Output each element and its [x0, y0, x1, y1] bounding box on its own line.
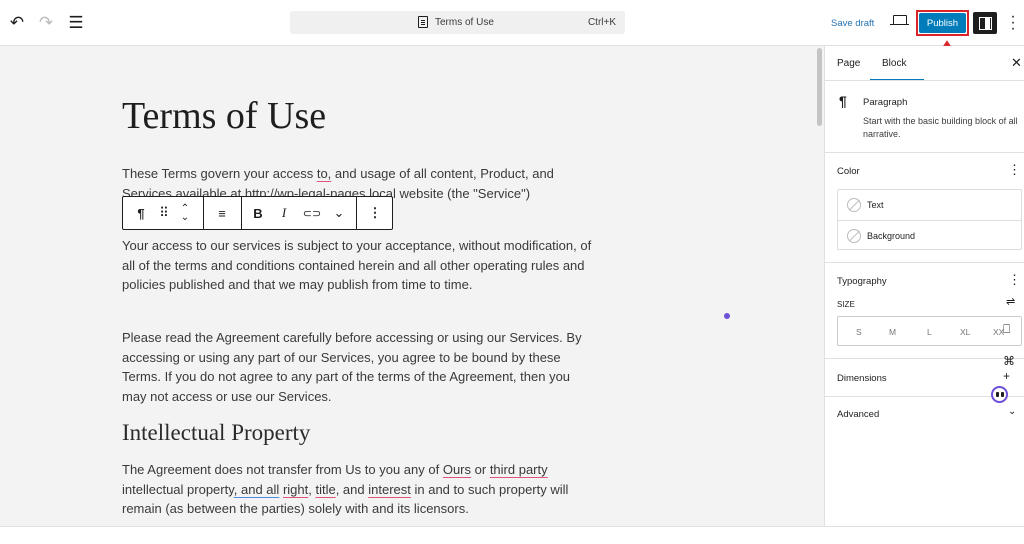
color-panel: Text Background: [837, 189, 1022, 250]
settings-panel-icon[interactable]: [973, 12, 997, 34]
shortcut-hint: Ctrl+K: [587, 17, 616, 28]
swatch-icon: [847, 198, 861, 212]
command-palette-button[interactable]: Terms of Use Ctrl+K: [290, 11, 625, 34]
typography-options-icon[interactable]: ⋮: [1008, 272, 1021, 288]
paragraph-block-icon: ¶: [839, 93, 847, 109]
undo-icon[interactable]: ↶: [4, 10, 30, 36]
list-view-icon[interactable]: ☰: [63, 10, 89, 36]
paragraph-4[interactable]: The Agreement does not transfer from Us …: [122, 460, 592, 519]
swatch-icon: [847, 229, 861, 243]
drag-handle-icon[interactable]: ⠿: [153, 197, 175, 229]
bold-button[interactable]: B: [247, 197, 269, 229]
size-label: SIZE: [837, 300, 855, 309]
size-xl[interactable]: XL: [960, 327, 970, 337]
color-section-label: Color: [837, 166, 860, 177]
block-toolbar: ¶ ⠿ ⌃ ⌄ ≡ B I ⊂⊃ ⌄ ⋮: [122, 196, 393, 230]
close-icon[interactable]: ✕: [1011, 55, 1022, 71]
chevron-down-icon[interactable]: ⌄: [1008, 406, 1016, 417]
publish-button[interactable]: Publish: [916, 10, 969, 36]
preview-icon[interactable]: [890, 15, 909, 25]
paragraph-3[interactable]: Please read the Agreement carefully befo…: [122, 328, 592, 406]
chevron-down-icon[interactable]: ⌄: [328, 197, 350, 229]
save-draft-button[interactable]: Save draft: [831, 18, 874, 29]
color-background-label: Background: [867, 231, 916, 241]
editor-header: ↶ ↷ ☰ Terms of Use Ctrl+K Save draft Pub…: [0, 0, 1024, 46]
block-options-icon[interactable]: ⋮: [361, 197, 389, 229]
move-up-down-icon[interactable]: ⌃ ⌄: [175, 197, 195, 229]
color-options-icon[interactable]: ⋮: [1008, 162, 1021, 178]
canvas-scrollbar[interactable]: [817, 48, 822, 126]
color-text-label: Text: [867, 200, 884, 210]
tab-page[interactable]: Page: [837, 58, 860, 69]
color-background-option[interactable]: Background: [838, 221, 1021, 251]
insertion-point-dot[interactable]: [724, 313, 730, 319]
book-icon[interactable]: ⎕: [1003, 322, 1010, 337]
assistant-icon[interactable]: [991, 386, 1008, 403]
font-size-picker: S M L XL XX: [837, 316, 1022, 346]
align-icon[interactable]: ≡: [207, 197, 237, 229]
italic-button[interactable]: I: [273, 197, 295, 229]
document-icon: [418, 16, 428, 28]
link-icon[interactable]: ⊂⊃: [299, 197, 325, 229]
block-name: Paragraph: [863, 97, 908, 108]
document-title: Terms of Use: [435, 17, 494, 28]
custom-size-icon[interactable]: ⇌: [1006, 295, 1015, 308]
add-icon[interactable]: +: [1003, 369, 1010, 383]
page-title[interactable]: Terms of Use: [122, 94, 326, 138]
settings-sidebar: Page Block ✕ ¶ Paragraph Start with the …: [824, 46, 1024, 526]
size-s[interactable]: S: [856, 327, 862, 337]
size-l[interactable]: L: [927, 327, 932, 337]
paragraph-2[interactable]: Your access to our services is subject t…: [122, 236, 592, 295]
tab-block[interactable]: Block: [882, 58, 906, 69]
dimensions-section-label[interactable]: Dimensions: [837, 373, 887, 384]
section-heading[interactable]: Intellectual Property: [122, 420, 310, 446]
typography-section-label: Typography: [837, 276, 887, 287]
editor-footer: [0, 526, 1024, 544]
publish-label: Publish: [919, 13, 966, 33]
more-options-icon[interactable]: · · ·: [1010, 9, 1016, 37]
color-text-option[interactable]: Text: [838, 190, 1021, 220]
redo-icon[interactable]: ↷: [33, 10, 59, 36]
advanced-section-label[interactable]: Advanced: [837, 409, 879, 420]
block-icon[interactable]: ⌘: [1003, 354, 1015, 368]
block-description: Start with the basic building block of a…: [863, 116, 1018, 139]
size-m[interactable]: M: [889, 327, 896, 337]
